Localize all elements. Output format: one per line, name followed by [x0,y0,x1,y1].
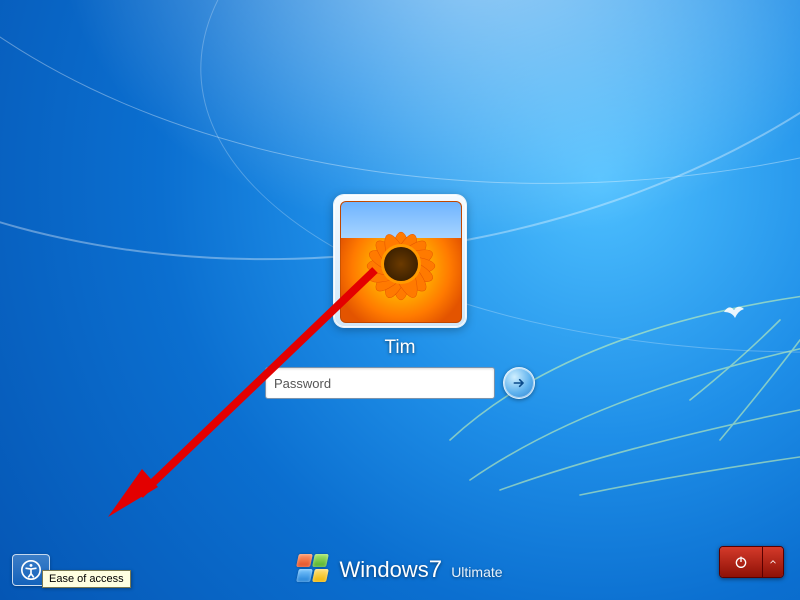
product-name: Windows [339,557,428,582]
branding: Windows7 Ultimate [297,554,502,586]
windows-logo-icon [297,554,329,586]
ease-of-access-tooltip: Ease of access [42,570,131,588]
submit-button[interactable] [503,367,535,399]
login-panel: Tim [265,195,535,399]
avatar-image [340,201,462,323]
arrow-right-icon [511,375,527,391]
shutdown-button[interactable] [720,547,763,577]
username-label: Tim [265,337,535,359]
power-button-group [719,546,784,578]
product-version: 7 [429,556,442,583]
product-edition: Ultimate [451,564,502,580]
accessibility-icon [20,559,42,581]
password-row [265,367,535,399]
chevron-up-icon [768,557,778,567]
ease-of-access: Ease of access [12,554,50,586]
user-avatar[interactable] [334,195,466,327]
branding-text: Windows7 Ultimate [339,556,502,584]
login-screen: Tim Ease of access [0,0,800,600]
bird-icon [723,303,745,319]
password-input[interactable] [265,367,495,399]
power-icon [733,554,749,570]
power-options-button[interactable] [763,547,783,577]
